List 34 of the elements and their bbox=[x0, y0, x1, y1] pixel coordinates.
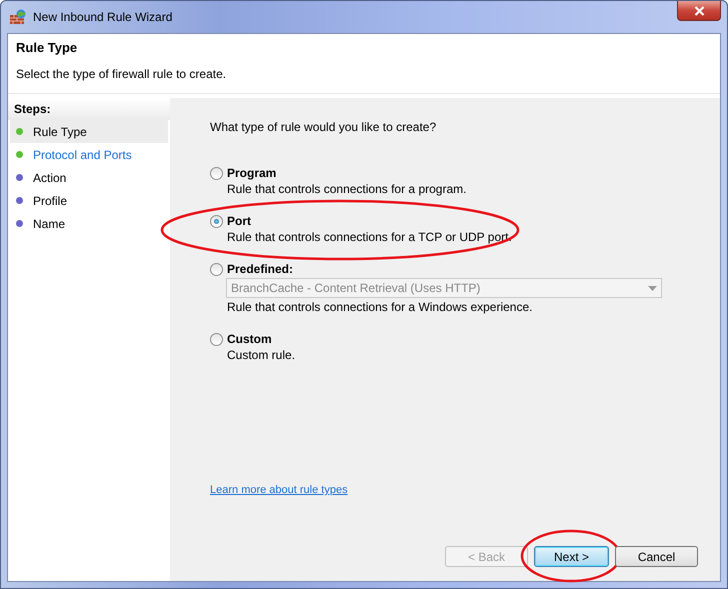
option-description: Rule that controls connections for a TCP or UDP port. bbox=[227, 230, 513, 244]
page-subtitle: Select the type of firewall rule to create. bbox=[16, 67, 228, 81]
close-button[interactable] bbox=[677, 1, 721, 21]
close-icon bbox=[694, 6, 704, 16]
option-label[interactable]: Port bbox=[227, 214, 251, 228]
step-label: Action bbox=[33, 170, 66, 184]
radio-button[interactable] bbox=[210, 262, 223, 276]
option-description: Rule that controls connections for a Windows experience. bbox=[227, 300, 534, 314]
step-item[interactable]: Profile bbox=[10, 189, 168, 212]
window-title: New Inbound Rule Wizard bbox=[33, 10, 172, 24]
radio-button[interactable] bbox=[210, 166, 223, 180]
step-item[interactable]: Protocol and Ports bbox=[10, 143, 168, 166]
step-item[interactable]: Rule Type bbox=[10, 120, 168, 143]
radio-button[interactable] bbox=[210, 214, 223, 228]
steps-heading: Steps: bbox=[14, 102, 51, 116]
dialog-button[interactable]: Next > bbox=[534, 546, 609, 567]
page-title: Rule Type bbox=[16, 40, 78, 55]
firewall-icon bbox=[9, 9, 27, 25]
step-item[interactable]: Name bbox=[10, 212, 168, 235]
step-label: Rule Type bbox=[33, 124, 87, 138]
option-description: Rule that controls connections for a program. bbox=[227, 182, 468, 196]
help-link[interactable]: Learn more about rule types bbox=[210, 484, 348, 496]
option-label[interactable]: Custom bbox=[227, 332, 272, 346]
step-label: Name bbox=[33, 216, 66, 230]
dialog-button[interactable]: Cancel bbox=[615, 546, 698, 567]
radio-button[interactable] bbox=[210, 332, 223, 346]
step-item[interactable]: Action bbox=[10, 166, 168, 189]
caret-icon bbox=[648, 286, 657, 290]
option-label[interactable]: Predefined: bbox=[227, 262, 294, 276]
question-text: What type of rule would you like to create? bbox=[210, 120, 438, 134]
option-description: Custom rule. bbox=[227, 348, 296, 362]
step-label: Profile bbox=[33, 194, 68, 208]
step-link: Protocol and Ports bbox=[33, 148, 132, 162]
option-label[interactable]: Program bbox=[227, 166, 276, 180]
